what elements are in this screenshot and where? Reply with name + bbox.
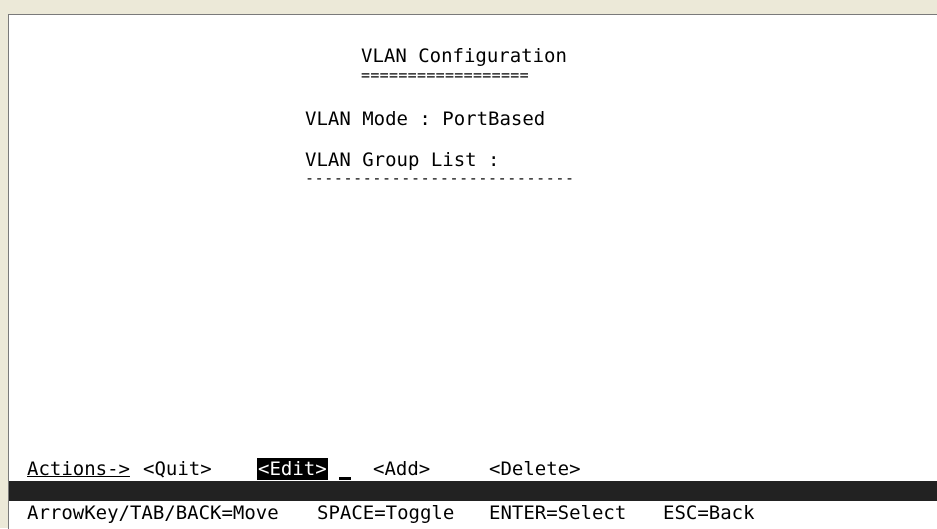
- quit-action[interactable]: <Quit>: [143, 458, 212, 480]
- help-back: ESC=Back: [663, 502, 755, 524]
- help-toggle: SPACE=Toggle: [317, 502, 455, 524]
- help-move: ArrowKey/TAB/BACK=Move: [27, 502, 279, 524]
- add-action[interactable]: <Add>: [373, 458, 430, 480]
- actions-label: Actions->: [27, 458, 130, 480]
- vlan-group-list-underline: ----------------------------: [305, 169, 575, 187]
- window-frame: VLAN Configuration ================== VL…: [0, 0, 937, 529]
- edit-action[interactable]: <Edit>: [257, 458, 328, 480]
- title-underline: ==================: [361, 66, 529, 84]
- delete-action[interactable]: <Delete>: [489, 458, 581, 480]
- key-help-bar: ArrowKey/TAB/BACK=Move SPACE=Toggle ENTE…: [27, 501, 755, 525]
- status-bar: [9, 481, 937, 501]
- terminal-screen: VLAN Configuration ================== VL…: [8, 14, 937, 529]
- text-cursor: [339, 460, 351, 480]
- vlan-mode-line: VLAN Mode : PortBased: [305, 108, 546, 130]
- help-select: ENTER=Select: [489, 502, 627, 524]
- actions-bar: Actions-> <Quit> <Edit> <Add> <Delete>: [27, 458, 581, 480]
